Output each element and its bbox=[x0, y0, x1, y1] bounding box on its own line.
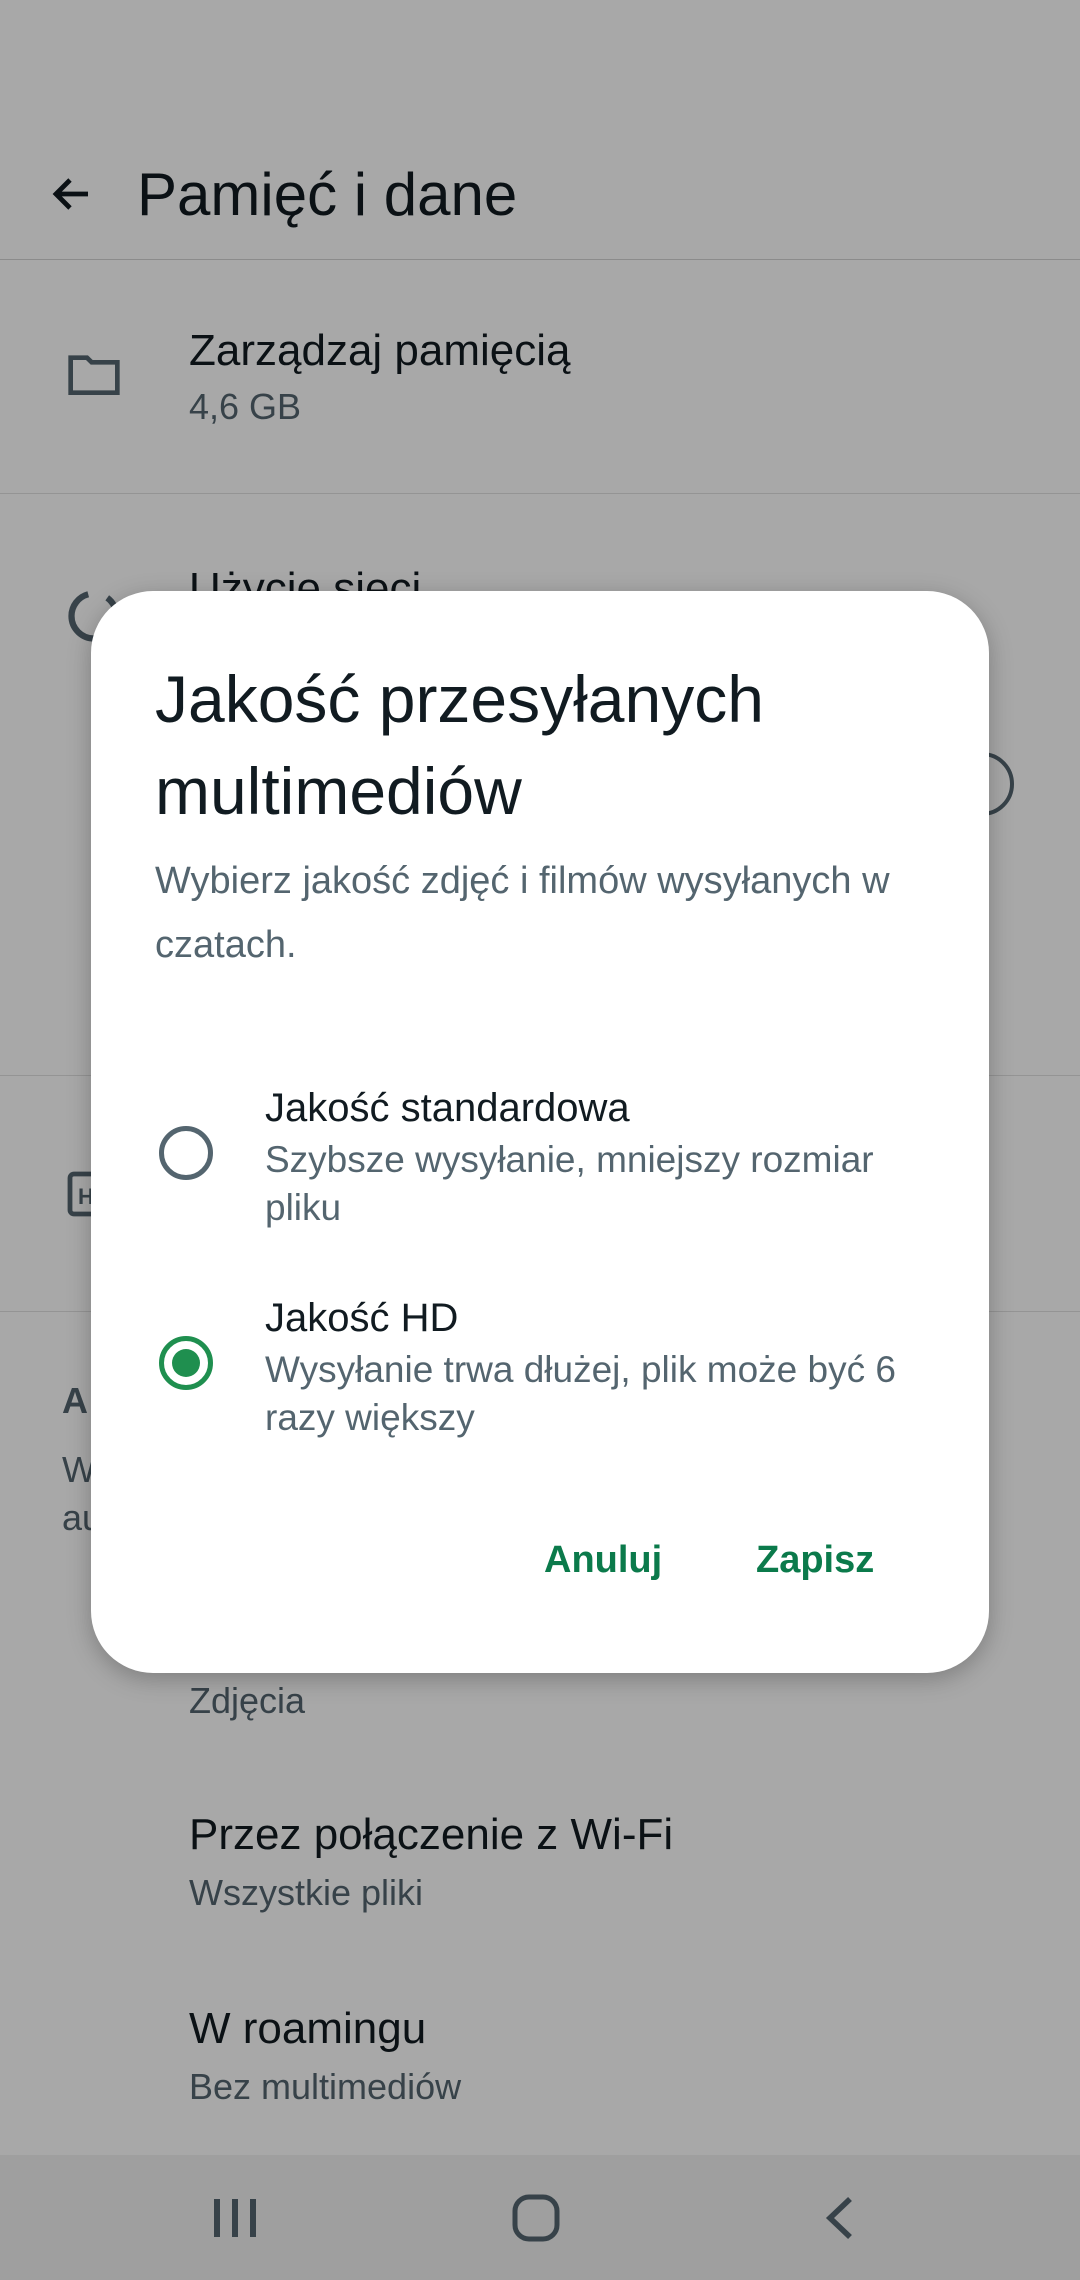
option-standard-label: Jakość standardowa bbox=[265, 1086, 630, 1130]
option-hd-label: Jakość HD bbox=[265, 1296, 459, 1340]
option-hd-subtitle: Wysyłanie trwa dłużej, plik może być 6 r… bbox=[265, 1349, 896, 1438]
radio-standard-quality[interactable] bbox=[159, 1126, 213, 1180]
cancel-button[interactable]: Anuluj bbox=[544, 1539, 662, 1582]
option-standard-subtitle: Szybsze wysyłanie, mniejszy rozmiar plik… bbox=[265, 1139, 874, 1228]
radio-hd-quality[interactable] bbox=[159, 1336, 213, 1390]
dialog-description: Wybierz jakość zdjęć i filmów wysyłanych… bbox=[155, 860, 890, 966]
dialog-title: Jakość przesyłanych multimediów bbox=[155, 662, 764, 828]
option-hd-quality[interactable]: Jakość HD Wysyłanie trwa dłużej, plik mo… bbox=[91, 1296, 989, 1476]
media-quality-dialog: Jakość przesyłanych multimediów Wybierz … bbox=[91, 591, 989, 1673]
save-button[interactable]: Zapisz bbox=[756, 1539, 874, 1582]
option-standard-quality[interactable]: Jakość standardowa Szybsze wysyłanie, mn… bbox=[91, 1086, 989, 1266]
screen: 10:51 64% Pamięć i dane Zarządzaj pamięc… bbox=[0, 0, 1080, 2280]
